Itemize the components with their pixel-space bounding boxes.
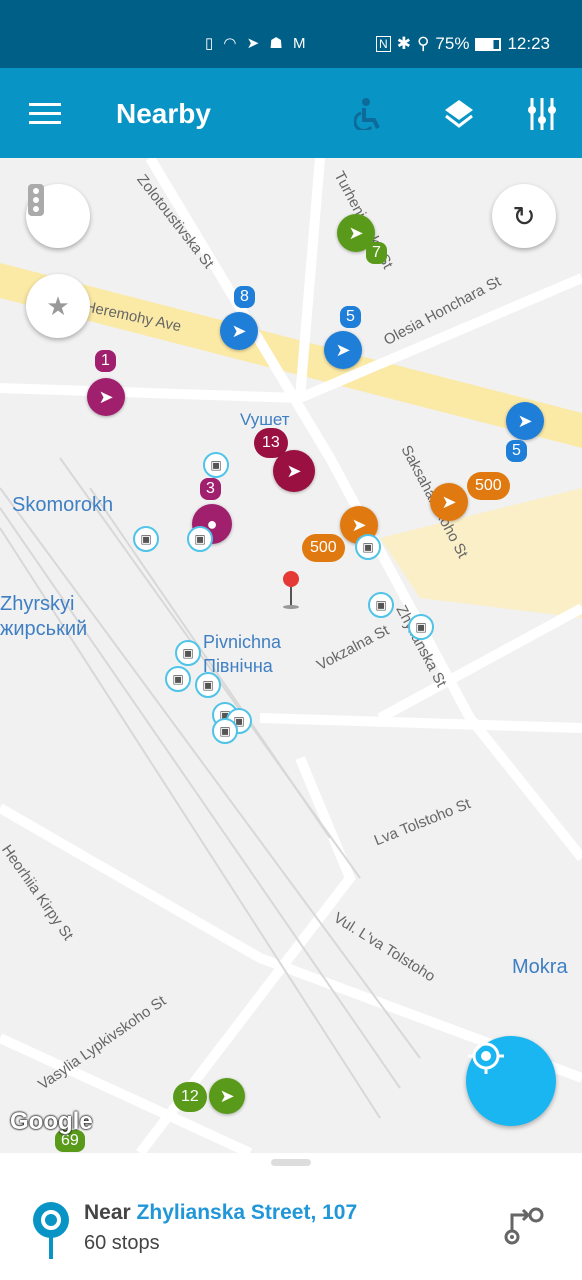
wheelchair-icon[interactable] xyxy=(354,98,382,130)
route-marker[interactable]: ➤ xyxy=(273,450,315,492)
route-badge[interactable]: 500 xyxy=(467,472,510,500)
crosshair-icon xyxy=(468,1038,504,1074)
place-label: Vyшет xyxy=(240,410,290,429)
bus-stop-icon[interactable]: ▣ xyxy=(355,534,381,560)
route-badge[interactable]: 5 xyxy=(506,440,527,462)
near-prefix: Near xyxy=(84,1201,131,1224)
place-label: Mokra xyxy=(512,956,568,978)
street-link[interactable]: Zhylianska Street, 107 xyxy=(137,1201,358,1224)
favorites-button[interactable]: ★ xyxy=(26,274,90,338)
route-badge[interactable]: 500 xyxy=(302,534,345,562)
route-marker[interactable]: ➤ xyxy=(87,378,125,416)
bus-stop-icon[interactable]: ▣ xyxy=(212,718,238,744)
place-label: жирський xyxy=(0,618,88,640)
bus-stop-icon[interactable]: ▣ xyxy=(203,452,229,478)
bus-stop-icon[interactable]: ▣ xyxy=(195,672,221,698)
bottom-sheet[interactable]: Near Zhylianska Street, 107 60 stops xyxy=(0,1153,582,1280)
map[interactable]: Zolotoustivska St Turhenievska St Olesia… xyxy=(0,158,582,1153)
my-location-button[interactable] xyxy=(466,1036,556,1126)
refresh-button[interactable]: ↻ xyxy=(492,184,556,248)
place-label: Pivnichna xyxy=(203,632,282,652)
battery-percent: 75% xyxy=(435,34,470,53)
place-label: Zhyrskyi xyxy=(0,593,75,615)
stops-count: 60 stops xyxy=(84,1232,160,1254)
route-marker[interactable]: ➤ xyxy=(506,402,544,440)
bus-stop-icon[interactable]: ▣ xyxy=(368,592,394,618)
refresh-icon: ↻ xyxy=(512,200,536,232)
route-badge[interactable]: 8 xyxy=(234,286,255,308)
nfc-icon: N xyxy=(376,36,391,52)
notification-icons: ▯ ◠ ➤ ☗ M xyxy=(205,35,309,52)
traffic-light-icon xyxy=(28,184,44,216)
layers-icon[interactable] xyxy=(443,98,475,130)
filter-icon[interactable] xyxy=(528,98,556,130)
route-badge[interactable]: 5 xyxy=(340,306,361,328)
route-marker[interactable]: ➤ xyxy=(324,331,362,369)
bus-stop-icon[interactable]: ▣ xyxy=(175,640,201,666)
directions-icon[interactable] xyxy=(502,1205,546,1247)
route-badge[interactable]: 3 xyxy=(200,478,221,500)
page-title: Nearby xyxy=(116,98,211,129)
menu-icon[interactable] xyxy=(29,101,61,125)
bluetooth-icon: ✱ xyxy=(396,34,411,53)
route-badge[interactable]: 1 xyxy=(95,350,116,372)
route-marker[interactable]: ➤ xyxy=(220,312,258,350)
bus-stop-icon[interactable]: ▣ xyxy=(133,526,159,552)
route-badge[interactable]: 7 xyxy=(366,242,387,264)
bus-stop-icon[interactable]: ▣ xyxy=(408,614,434,640)
stop-pin-icon xyxy=(33,1202,69,1259)
near-address: Near Zhylianska Street, 107 xyxy=(84,1201,357,1225)
bus-stop-icon[interactable]: ▣ xyxy=(187,526,213,552)
status-bar: ▯ ◠ ➤ ☗ M N ✱ ⚲ 75% 12:23 xyxy=(0,0,582,68)
google-logo: Google xyxy=(10,1108,93,1135)
traffic-button[interactable] xyxy=(26,184,90,248)
route-marker[interactable]: ➤ xyxy=(209,1078,245,1114)
battery-icon xyxy=(475,37,502,51)
route-marker[interactable]: ➤ xyxy=(430,483,468,521)
place-label: Skomorokh xyxy=(12,494,114,516)
drag-handle[interactable] xyxy=(271,1159,311,1166)
route-badge[interactable]: 12 xyxy=(173,1082,207,1112)
location-pin-icon xyxy=(283,571,299,609)
location-icon: ⚲ xyxy=(416,34,430,53)
star-icon: ★ xyxy=(46,290,70,321)
app-bar: Nearby xyxy=(0,68,582,158)
bus-stop-icon[interactable]: ▣ xyxy=(165,666,191,692)
clock: 12:23 xyxy=(507,34,550,53)
